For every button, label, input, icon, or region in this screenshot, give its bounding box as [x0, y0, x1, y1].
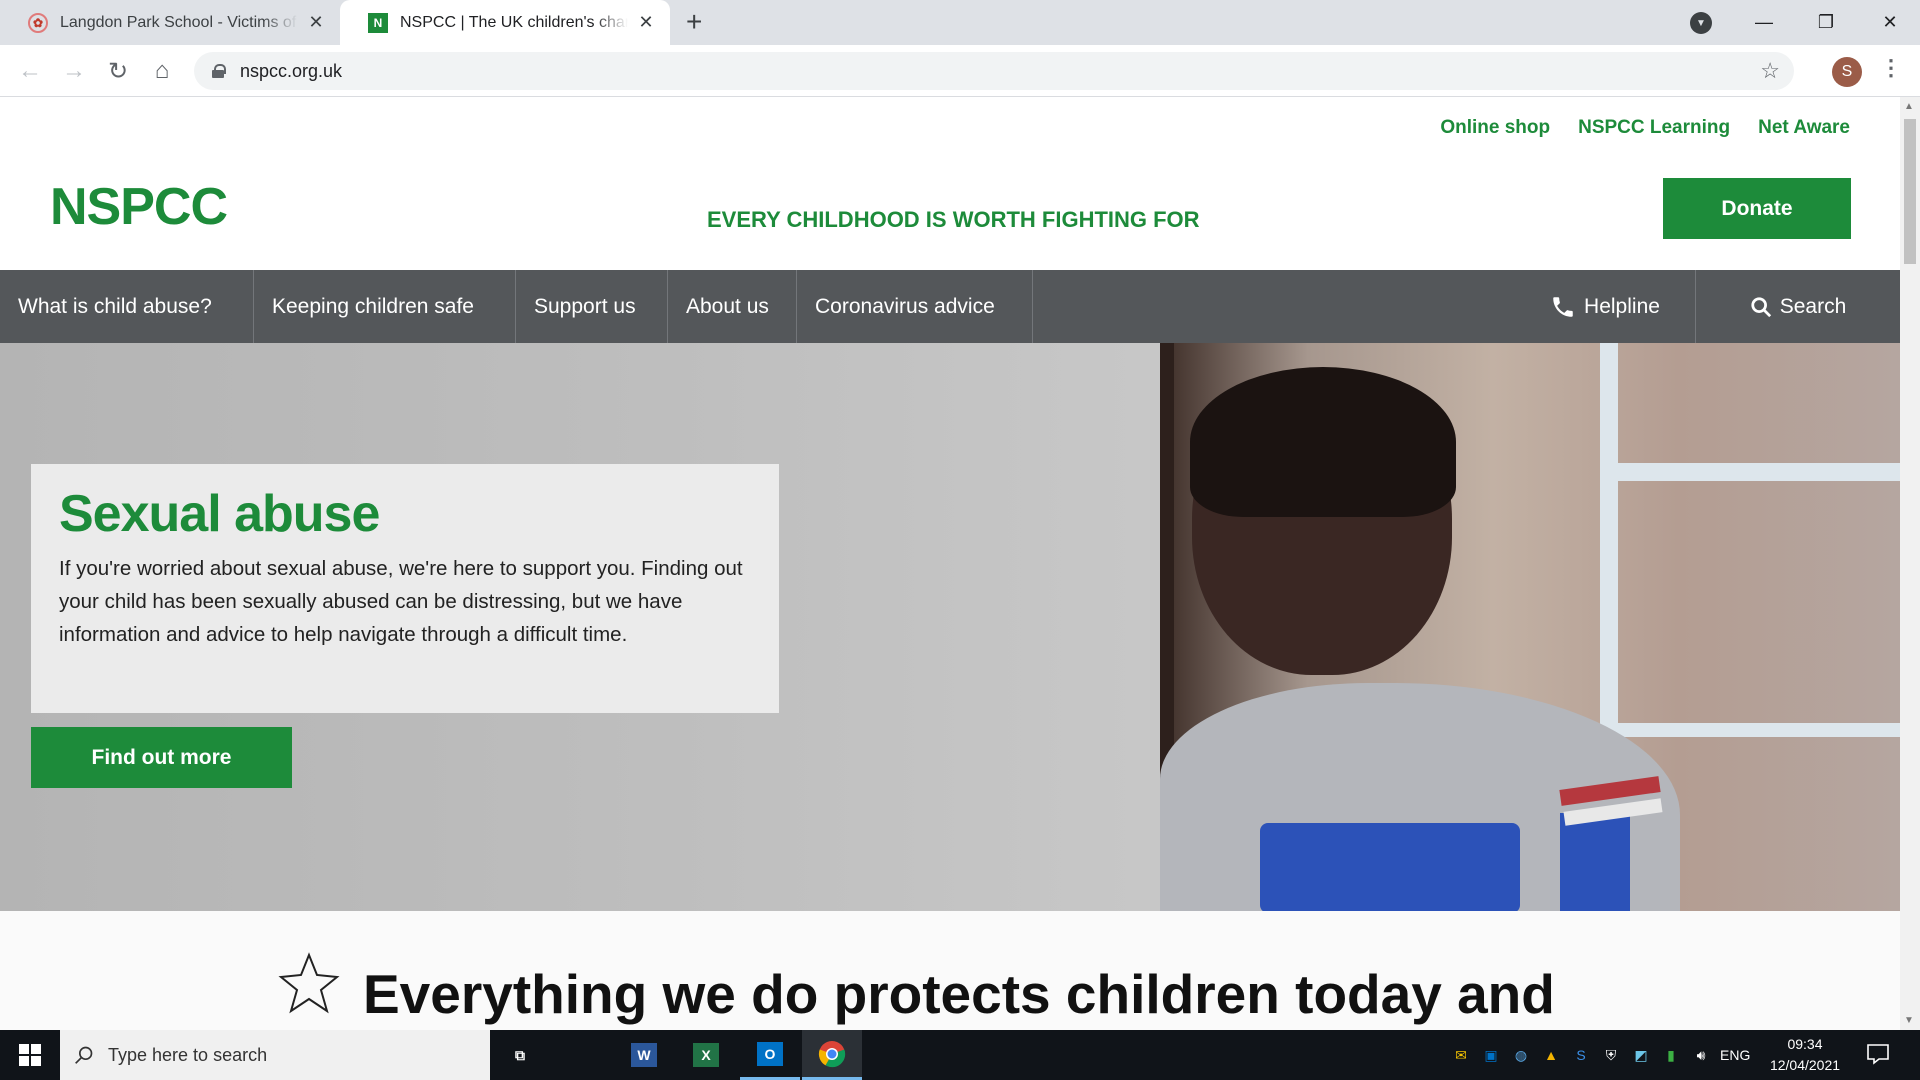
notification-center-icon[interactable]	[1866, 1042, 1890, 1066]
page-scrollbar[interactable]: ▲ ▼	[1900, 97, 1920, 1030]
restore-icon[interactable]: ❐	[1798, 0, 1854, 45]
taskbar-excel[interactable]: X	[676, 1030, 736, 1080]
main-navigation: What is child abuse? Keeping children sa…	[0, 270, 1900, 343]
phone-icon	[1553, 296, 1573, 317]
school-crest-icon: ✿	[28, 12, 48, 33]
language-indicator[interactable]: ENG	[1720, 1030, 1750, 1080]
bookmark-star-icon[interactable]: ☆	[1760, 58, 1780, 84]
close-icon[interactable]: ✕	[636, 12, 656, 33]
task-view-icon: ⧉	[515, 1046, 525, 1063]
nspcc-n-icon: N	[368, 12, 388, 33]
search-icon	[75, 1046, 93, 1064]
browser-tab-strip: ✿ Langdon Park School - Victims of ✕ N N…	[0, 0, 1920, 45]
outlook-icon: O	[757, 1041, 783, 1066]
app-tray-icon[interactable]: ▮	[1656, 1030, 1686, 1080]
tab-langdon-park[interactable]: ✿ Langdon Park School - Victims of ✕	[0, 0, 340, 45]
taskbar-search-placeholder: Type here to search	[108, 1044, 268, 1065]
tagline: EVERY CHILDHOOD IS WORTH FIGHTING FOR	[707, 207, 1200, 232]
word-icon: W	[631, 1043, 657, 1067]
link-nspcc-learning[interactable]: NSPCC Learning	[1578, 117, 1730, 139]
url-text[interactable]: nspcc.org.uk	[240, 61, 342, 82]
forward-icon[interactable]: →	[58, 55, 90, 87]
profile-avatar[interactable]: S	[1832, 57, 1862, 87]
search-icon	[1751, 296, 1771, 317]
mission-heading: Everything we do protects children today…	[363, 963, 1555, 1025]
hp-tray-icon[interactable]: ◍	[1506, 1030, 1536, 1080]
task-view-button[interactable]: ⧉	[490, 1030, 550, 1080]
clock-time: 09:34	[1787, 1036, 1823, 1052]
minimize-icon[interactable]: —	[1736, 0, 1792, 45]
mission-section: Everything we do protects children today…	[0, 911, 1900, 1030]
close-icon[interactable]: ✕	[306, 12, 326, 33]
new-tab-icon[interactable]: +	[686, 8, 702, 36]
hero-banner: Sexual abuse If you're worried about sex…	[0, 343, 1900, 911]
taskbar-outlook[interactable]: O	[740, 1030, 800, 1080]
search-label: Search	[1779, 294, 1847, 318]
taskbar-chrome[interactable]	[802, 1030, 862, 1080]
mail-tray-icon[interactable]: ✉	[1446, 1030, 1476, 1080]
nav-support-us[interactable]: Support us	[516, 270, 668, 343]
window-close-icon[interactable]: ✕	[1862, 0, 1918, 45]
clock-date: 12/04/2021	[1769, 1057, 1841, 1073]
hero-title: Sexual abuse	[59, 485, 380, 543]
taskbar-clock[interactable]: 09:34 12/04/2021	[1760, 1034, 1850, 1076]
security-shield-tray-icon[interactable]: ⛨	[1596, 1030, 1626, 1080]
user-tray-icon[interactable]: ◩	[1626, 1030, 1656, 1080]
tab-nspcc[interactable]: N NSPCC | The UK children's charity ✕	[340, 0, 670, 45]
hero-card: Sexual abuse If you're worried about sex…	[31, 464, 779, 713]
windows-start-button[interactable]	[0, 1030, 60, 1080]
windows-logo-icon	[19, 1044, 41, 1066]
tab-search-icon[interactable]: ▼	[1690, 12, 1712, 34]
sync-tray-icon[interactable]: S	[1566, 1030, 1596, 1080]
lock-icon[interactable]	[212, 64, 226, 78]
taskbar-search[interactable]: Type here to search	[60, 1030, 490, 1080]
tab-title: NSPCC | The UK children's charity	[400, 13, 628, 31]
outlook-tray-icon[interactable]: ▣	[1476, 1030, 1506, 1080]
hero-photo-boy	[1160, 343, 1900, 911]
menu-kebab-icon[interactable]: ⋮	[1880, 55, 1902, 81]
nav-coronavirus-advice[interactable]: Coronavirus advice	[797, 270, 1033, 343]
back-icon[interactable]: ←	[14, 55, 46, 87]
donate-button[interactable]: Donate	[1663, 178, 1851, 239]
link-online-shop[interactable]: Online shop	[1440, 117, 1550, 139]
webpage: Online shop NSPCC Learning Net Aware NSP…	[0, 97, 1900, 1030]
browser-toolbar: ← → ↻ ⌂ nspcc.org.uk ☆ S ⋮	[0, 45, 1920, 97]
scroll-thumb[interactable]	[1904, 119, 1916, 264]
google-drive-tray-icon[interactable]: ▲	[1536, 1030, 1566, 1080]
chrome-icon	[818, 1040, 846, 1067]
nav-keeping-children-safe[interactable]: Keeping children safe	[254, 270, 516, 343]
utility-links: Online shop NSPCC Learning Net Aware	[1440, 117, 1850, 139]
nspcc-logo[interactable]: NSPCC	[50, 177, 228, 237]
link-net-aware[interactable]: Net Aware	[1758, 117, 1850, 139]
hero-body: If you're worried about sexual abuse, we…	[59, 557, 743, 646]
nav-about-us[interactable]: About us	[668, 270, 797, 343]
home-icon[interactable]: ⌂	[146, 55, 178, 87]
nav-helpline[interactable]: Helpline	[1515, 270, 1695, 343]
address-bar[interactable]: nspcc.org.uk ☆	[194, 52, 1794, 90]
find-out-more-button[interactable]: Find out more	[31, 727, 292, 788]
excel-icon: X	[693, 1043, 719, 1067]
star-outline-icon	[278, 952, 340, 1014]
volume-icon[interactable]: 🔊︎	[1686, 1030, 1716, 1080]
helpline-label: Helpline	[1584, 294, 1660, 318]
nav-what-is-child-abuse[interactable]: What is child abuse?	[0, 270, 254, 343]
reload-icon[interactable]: ↻	[102, 55, 134, 87]
scroll-up-icon[interactable]: ▲	[1904, 101, 1914, 112]
tab-title: Langdon Park School - Victims of	[60, 13, 297, 31]
scroll-down-icon[interactable]: ▼	[1904, 1015, 1914, 1026]
nav-search[interactable]: Search	[1695, 270, 1900, 343]
taskbar-word[interactable]: W	[614, 1030, 674, 1080]
windows-taskbar: Type here to search ⧉ W X O ✉ ▣ ◍ ▲ S ⛨ …	[0, 1030, 1920, 1080]
